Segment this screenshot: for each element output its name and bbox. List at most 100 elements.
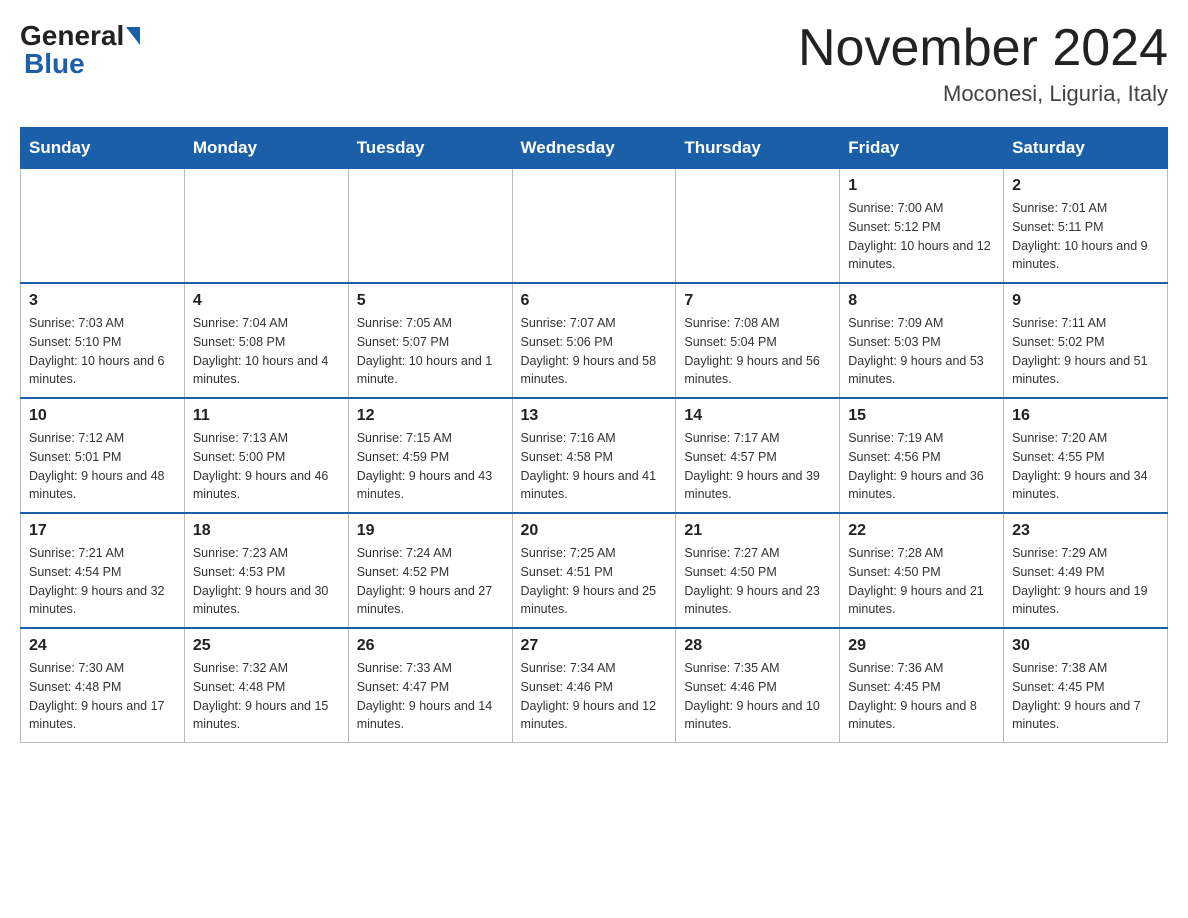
calendar-cell: 18 Sunrise: 7:23 AMSunset: 4:53 PMDayligh… bbox=[184, 513, 348, 628]
day-info: Sunrise: 7:33 AMSunset: 4:47 PMDaylight:… bbox=[357, 659, 504, 734]
day-number: 20 bbox=[521, 522, 668, 540]
day-number: 25 bbox=[193, 637, 340, 655]
calendar-cell: 22Sunrise: 7:28 AMSunset: 4:50 PMDayligh… bbox=[840, 513, 1004, 628]
day-number: 8 bbox=[848, 292, 995, 310]
day-info: Sunrise: 7:04 AMSunset: 5:08 PMDaylight:… bbox=[193, 314, 340, 389]
day-number: 16 bbox=[1012, 407, 1159, 425]
calendar-cell bbox=[184, 169, 348, 284]
day-info: Sunrise: 7:23 AMSunset: 4:53 PMDaylight:… bbox=[193, 544, 340, 619]
day-info: Sunrise: 7:35 AMSunset: 4:46 PMDaylight:… bbox=[684, 659, 831, 734]
calendar-cell bbox=[512, 169, 676, 284]
day-number: 29 bbox=[848, 637, 995, 655]
calendar-cell: 26Sunrise: 7:33 AMSunset: 4:47 PMDayligh… bbox=[348, 628, 512, 743]
calendar-week-row: 3 Sunrise: 7:03 AMSunset: 5:10 PMDaylight… bbox=[21, 283, 1168, 398]
day-info: Sunrise: 7:29 AMSunset: 4:49 PMDaylight:… bbox=[1012, 544, 1159, 619]
day-number: 18 bbox=[193, 522, 340, 540]
day-info: Sunrise: 7:27 AMSunset: 4:50 PMDaylight:… bbox=[684, 544, 831, 619]
days-header-row: Sunday Monday Tuesday Wednesday Thursday… bbox=[21, 128, 1168, 169]
day-number: 2 bbox=[1012, 177, 1159, 195]
day-info: Sunrise: 7:05 AMSunset: 5:07 PMDaylight:… bbox=[357, 314, 504, 389]
calendar-cell: 10Sunrise: 7:12 AMSunset: 5:01 PMDayligh… bbox=[21, 398, 185, 513]
logo-arrow-icon bbox=[126, 27, 140, 45]
calendar-cell: 16 Sunrise: 7:20 AMSunset: 4:55 PMDayligh… bbox=[1004, 398, 1168, 513]
day-number: 19 bbox=[357, 522, 504, 540]
day-info: Sunrise: 7:34 AMSunset: 4:46 PMDaylight:… bbox=[521, 659, 668, 734]
day-number: 24 bbox=[29, 637, 176, 655]
header-friday: Friday bbox=[840, 128, 1004, 169]
logo-blue-text: Blue bbox=[24, 48, 85, 80]
calendar-cell: 25 Sunrise: 7:32 AMSunset: 4:48 PMDayligh… bbox=[184, 628, 348, 743]
day-number: 23 bbox=[1012, 522, 1159, 540]
calendar-cell: 4Sunrise: 7:04 AMSunset: 5:08 PMDaylight… bbox=[184, 283, 348, 398]
page-header: General Blue November 2024 Moconesi, Lig… bbox=[20, 20, 1168, 107]
calendar-table: Sunday Monday Tuesday Wednesday Thursday… bbox=[20, 127, 1168, 743]
day-number: 1 bbox=[848, 177, 995, 195]
calendar-cell: 15 Sunrise: 7:19 AMSunset: 4:56 PMDayligh… bbox=[840, 398, 1004, 513]
day-info: Sunrise: 7:08 AMSunset: 5:04 PMDaylight:… bbox=[684, 314, 831, 389]
calendar-cell: 14Sunrise: 7:17 AMSunset: 4:57 PMDayligh… bbox=[676, 398, 840, 513]
calendar-cell: 3 Sunrise: 7:03 AMSunset: 5:10 PMDaylight… bbox=[21, 283, 185, 398]
calendar-cell: 19 Sunrise: 7:24 AMSunset: 4:52 PMDayligh… bbox=[348, 513, 512, 628]
logo: General Blue bbox=[20, 20, 140, 80]
day-number: 11 bbox=[193, 407, 340, 425]
calendar-cell: 29 Sunrise: 7:36 AMSunset: 4:45 PMDayligh… bbox=[840, 628, 1004, 743]
day-info: Sunrise: 7:36 AMSunset: 4:45 PMDaylight:… bbox=[848, 659, 995, 734]
header-monday: Monday bbox=[184, 128, 348, 169]
day-info: Sunrise: 7:25 AMSunset: 4:51 PMDaylight:… bbox=[521, 544, 668, 619]
header-sunday: Sunday bbox=[21, 128, 185, 169]
day-info: Sunrise: 7:38 AMSunset: 4:45 PMDaylight:… bbox=[1012, 659, 1159, 734]
calendar-cell: 1 Sunrise: 7:00 AMSunset: 5:12 PMDaylight… bbox=[840, 169, 1004, 284]
day-info: Sunrise: 7:09 AMSunset: 5:03 PMDaylight:… bbox=[848, 314, 995, 389]
day-number: 21 bbox=[684, 522, 831, 540]
calendar-cell: 13 Sunrise: 7:16 AMSunset: 4:58 PMDayligh… bbox=[512, 398, 676, 513]
day-number: 30 bbox=[1012, 637, 1159, 655]
day-number: 6 bbox=[521, 292, 668, 310]
day-info: Sunrise: 7:11 AMSunset: 5:02 PMDaylight:… bbox=[1012, 314, 1159, 389]
day-number: 7 bbox=[684, 292, 831, 310]
calendar-cell: 20 Sunrise: 7:25 AMSunset: 4:51 PMDayligh… bbox=[512, 513, 676, 628]
calendar-week-row: 10Sunrise: 7:12 AMSunset: 5:01 PMDayligh… bbox=[21, 398, 1168, 513]
calendar-cell: 7 Sunrise: 7:08 AMSunset: 5:04 PMDaylight… bbox=[676, 283, 840, 398]
day-info: Sunrise: 7:19 AMSunset: 4:56 PMDaylight:… bbox=[848, 429, 995, 504]
day-number: 10 bbox=[29, 407, 176, 425]
calendar-week-row: 1 Sunrise: 7:00 AMSunset: 5:12 PMDaylight… bbox=[21, 169, 1168, 284]
day-number: 12 bbox=[357, 407, 504, 425]
calendar-cell bbox=[676, 169, 840, 284]
calendar-cell: 6Sunrise: 7:07 AMSunset: 5:06 PMDaylight… bbox=[512, 283, 676, 398]
day-number: 17 bbox=[29, 522, 176, 540]
calendar-cell: 28 Sunrise: 7:35 AMSunset: 4:46 PMDayligh… bbox=[676, 628, 840, 743]
day-info: Sunrise: 7:16 AMSunset: 4:58 PMDaylight:… bbox=[521, 429, 668, 504]
day-info: Sunrise: 7:00 AMSunset: 5:12 PMDaylight:… bbox=[848, 199, 995, 274]
day-number: 15 bbox=[848, 407, 995, 425]
header-thursday: Thursday bbox=[676, 128, 840, 169]
day-info: Sunrise: 7:24 AMSunset: 4:52 PMDaylight:… bbox=[357, 544, 504, 619]
calendar-cell: 5Sunrise: 7:05 AMSunset: 5:07 PMDaylight… bbox=[348, 283, 512, 398]
day-number: 14 bbox=[684, 407, 831, 425]
calendar-cell: 8 Sunrise: 7:09 AMSunset: 5:03 PMDaylight… bbox=[840, 283, 1004, 398]
day-info: Sunrise: 7:15 AMSunset: 4:59 PMDaylight:… bbox=[357, 429, 504, 504]
calendar-week-row: 24 Sunrise: 7:30 AMSunset: 4:48 PMDayligh… bbox=[21, 628, 1168, 743]
calendar-cell bbox=[348, 169, 512, 284]
day-info: Sunrise: 7:03 AMSunset: 5:10 PMDaylight:… bbox=[29, 314, 176, 389]
day-number: 27 bbox=[521, 637, 668, 655]
header-wednesday: Wednesday bbox=[512, 128, 676, 169]
calendar-week-row: 17 Sunrise: 7:21 AMSunset: 4:54 PMDayligh… bbox=[21, 513, 1168, 628]
day-info: Sunrise: 7:30 AMSunset: 4:48 PMDaylight:… bbox=[29, 659, 176, 734]
day-info: Sunrise: 7:20 AMSunset: 4:55 PMDaylight:… bbox=[1012, 429, 1159, 504]
calendar-cell: 17 Sunrise: 7:21 AMSunset: 4:54 PMDayligh… bbox=[21, 513, 185, 628]
calendar-cell: 12 Sunrise: 7:15 AMSunset: 4:59 PMDayligh… bbox=[348, 398, 512, 513]
day-info: Sunrise: 7:13 AMSunset: 5:00 PMDaylight:… bbox=[193, 429, 340, 504]
header-saturday: Saturday bbox=[1004, 128, 1168, 169]
day-number: 3 bbox=[29, 292, 176, 310]
day-number: 13 bbox=[521, 407, 668, 425]
day-info: Sunrise: 7:32 AMSunset: 4:48 PMDaylight:… bbox=[193, 659, 340, 734]
calendar-cell: 27 Sunrise: 7:34 AMSunset: 4:46 PMDayligh… bbox=[512, 628, 676, 743]
calendar-title: November 2024 bbox=[798, 20, 1168, 77]
day-info: Sunrise: 7:28 AMSunset: 4:50 PMDaylight:… bbox=[848, 544, 995, 619]
day-number: 28 bbox=[684, 637, 831, 655]
day-info: Sunrise: 7:21 AMSunset: 4:54 PMDaylight:… bbox=[29, 544, 176, 619]
title-area: November 2024 Moconesi, Liguria, Italy bbox=[798, 20, 1168, 107]
calendar-subtitle: Moconesi, Liguria, Italy bbox=[798, 81, 1168, 107]
calendar-cell bbox=[21, 169, 185, 284]
header-tuesday: Tuesday bbox=[348, 128, 512, 169]
